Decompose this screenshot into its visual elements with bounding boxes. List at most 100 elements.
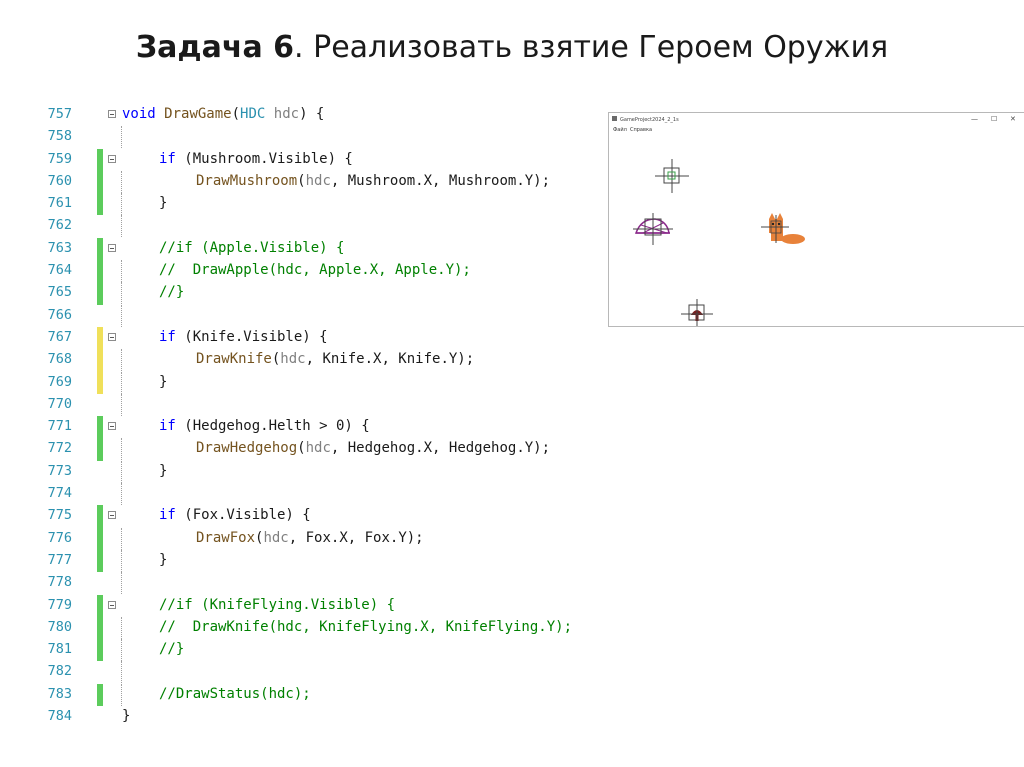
- line-number: 771: [47, 418, 72, 435]
- code-text: //}: [159, 284, 185, 301]
- line-number: 774: [47, 485, 72, 502]
- code-text: //if (KnifeFlying.Visible) {: [159, 596, 396, 613]
- code-text: void DrawGame(HDC hdc) {: [122, 106, 325, 122]
- fold-toggle-icon[interactable]: [108, 600, 116, 609]
- code-text: if (Knife.Visible) {: [159, 328, 328, 345]
- app-menu-bar: Файл Справка: [609, 126, 1024, 135]
- line-number: 778: [47, 574, 72, 591]
- mushroom-sprite: [681, 299, 713, 326]
- knife-sprite: [655, 159, 689, 193]
- code-line: 762: [0, 215, 620, 238]
- game-app-window: GameProject2024_2_1s — ☐ ✕ Файл Справка: [608, 112, 1024, 327]
- code-text: //}: [159, 641, 185, 658]
- line-number: 772: [47, 440, 72, 457]
- line-number: 767: [47, 328, 72, 345]
- line-number: 776: [47, 529, 72, 546]
- code-text: DrawFox(hdc, Fox.X, Fox.Y);: [196, 529, 424, 546]
- app-title-bar: GameProject2024_2_1s — ☐ ✕: [609, 113, 1024, 126]
- code-line: 761 }: [0, 193, 620, 216]
- line-number: 784: [47, 708, 72, 725]
- change-marker: [97, 148, 103, 171]
- slide-title-rest: . Реализовать взятие Героем Оружия: [294, 30, 889, 65]
- change-marker: [97, 616, 103, 640]
- change-marker: [97, 349, 103, 372]
- hedgehog-sprite: [633, 213, 673, 245]
- close-button[interactable]: ✕: [1010, 115, 1016, 123]
- code-text: }: [159, 551, 168, 568]
- code-text: // DrawKnife(hdc, KnifeFlying.X, KnifeFl…: [159, 618, 573, 635]
- line-number: 764: [47, 262, 72, 279]
- fox-sprite: [761, 213, 805, 244]
- line-number: 773: [47, 462, 72, 479]
- fold-toggle-icon[interactable]: [108, 332, 116, 341]
- line-number: 766: [47, 306, 72, 323]
- change-marker: [97, 416, 103, 439]
- change-marker: [97, 549, 103, 573]
- line-number: 783: [47, 685, 72, 702]
- code-line: 778: [0, 572, 620, 595]
- code-text: // DrawApple(hdc, Apple.X, Apple.Y);: [159, 262, 471, 279]
- code-line: 772 DrawHedgehog(hdc, Hedgehog.X, Hedgeh…: [0, 438, 620, 461]
- fold-toggle-icon[interactable]: [108, 422, 116, 431]
- fold-toggle-icon[interactable]: [108, 511, 116, 520]
- line-number: 780: [47, 618, 72, 635]
- code-line: 760 DrawMushroom(hdc, Mushroom.X, Mushro…: [0, 170, 620, 194]
- change-marker: [97, 527, 103, 550]
- code-line: 763 //if (Apple.Visible) {: [0, 237, 620, 261]
- code-text: if (Hedgehog.Helth > 0) {: [159, 418, 370, 435]
- code-line: 768 DrawKnife(hdc, Knife.X, Knife.Y);: [0, 349, 620, 372]
- code-text: }: [159, 462, 168, 479]
- line-number: 760: [47, 172, 72, 189]
- code-line: 758: [0, 126, 620, 149]
- code-line: 780 // DrawKnife(hdc, KnifeFlying.X, Kni…: [0, 616, 620, 640]
- code-line: 782: [0, 661, 620, 684]
- code-text: DrawHedgehog(hdc, Hedgehog.X, Hedgehog.Y…: [196, 440, 551, 457]
- line-number: 769: [47, 373, 72, 390]
- menu-file[interactable]: Файл: [613, 127, 627, 133]
- line-number: 761: [47, 195, 72, 212]
- code-line: 775 if (Fox.Visible) {: [0, 505, 620, 528]
- code-line: 777 }: [0, 549, 620, 573]
- code-line: 767 if (Knife.Visible) {: [0, 326, 620, 350]
- code-line: 769 }: [0, 371, 620, 394]
- slide-title: Задача 6. Реализовать взятие Героем Оруж…: [0, 30, 1024, 65]
- code-line: 784 }: [0, 706, 620, 728]
- change-marker: [97, 170, 103, 194]
- code-text: }: [159, 373, 168, 390]
- change-marker: [97, 326, 103, 350]
- fold-toggle-icon[interactable]: [108, 110, 116, 118]
- app-icon: [612, 116, 617, 121]
- code-editor: 757 void DrawGame(HDC hdc) { 758 759 if …: [0, 104, 620, 728]
- line-number: 762: [47, 217, 72, 234]
- change-marker: [97, 639, 103, 662]
- code-line: 765 //}: [0, 282, 620, 305]
- line-number: 759: [47, 150, 72, 167]
- code-text: }: [159, 195, 168, 212]
- change-marker: [97, 683, 103, 707]
- code-text: DrawMushroom(hdc, Mushroom.X, Mushroom.Y…: [196, 172, 551, 189]
- code-line: 776 DrawFox(hdc, Fox.X, Fox.Y);: [0, 527, 620, 550]
- line-number: 775: [47, 507, 72, 524]
- line-number: 777: [47, 551, 72, 568]
- code-line: 757 void DrawGame(HDC hdc) {: [0, 104, 620, 126]
- code-line: 783 //DrawStatus(hdc);: [0, 683, 620, 707]
- minimize-button[interactable]: —: [971, 115, 978, 123]
- maximize-button[interactable]: ☐: [991, 115, 997, 123]
- code-line: 764 // DrawApple(hdc, Apple.X, Apple.Y);: [0, 260, 620, 283]
- change-marker: [97, 237, 103, 261]
- line-number: 770: [47, 395, 72, 412]
- line-number: 779: [47, 596, 72, 613]
- code-line: 774: [0, 483, 620, 506]
- code-text: //DrawStatus(hdc);: [159, 685, 311, 702]
- menu-help[interactable]: Справка: [630, 127, 652, 133]
- fold-toggle-icon[interactable]: [108, 154, 116, 163]
- code-line: 771 if (Hedgehog.Helth > 0) {: [0, 416, 620, 439]
- fold-toggle-icon[interactable]: [108, 243, 116, 252]
- app-title: GameProject2024_2_1s: [620, 117, 679, 123]
- change-marker: [97, 282, 103, 305]
- slide-title-bold: Задача 6: [135, 30, 295, 65]
- code-text: if (Mushroom.Visible) {: [159, 150, 353, 167]
- line-number: 768: [47, 351, 72, 368]
- code-text: if (Fox.Visible) {: [159, 507, 311, 524]
- code-line: 770: [0, 393, 620, 416]
